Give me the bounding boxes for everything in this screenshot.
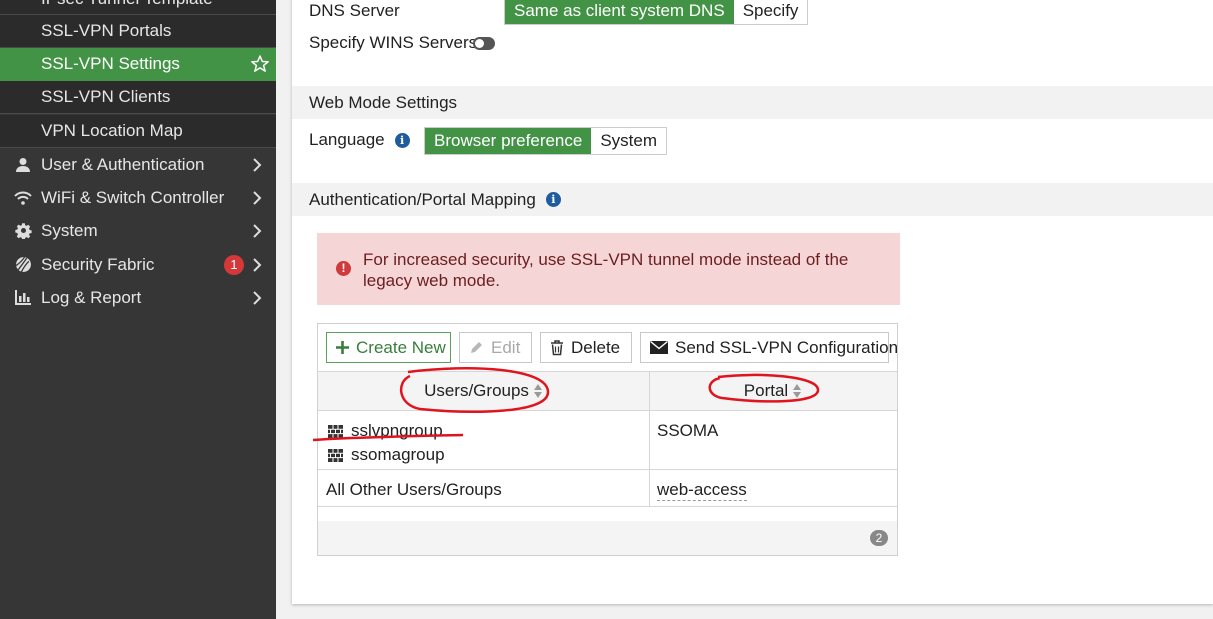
chevron-right-icon bbox=[253, 157, 262, 172]
wins-servers-label: Specify WINS Servers bbox=[309, 33, 478, 52]
sort-icon bbox=[793, 384, 802, 398]
dns-option-same-as-client[interactable]: Same as client system DNS bbox=[505, 0, 734, 24]
portal-cell[interactable]: SSOMA bbox=[657, 421, 718, 441]
web-mode-settings-header: Web Mode Settings bbox=[292, 86, 1213, 119]
info-icon[interactable]: i bbox=[545, 192, 561, 207]
language-option-system[interactable]: System bbox=[591, 128, 666, 154]
table-row-group-item[interactable]: ssomagroup bbox=[328, 445, 445, 465]
portal-cell-link[interactable]: web-access bbox=[657, 480, 747, 501]
sidebar-item-label: WiFi & Switch Controller bbox=[41, 187, 225, 207]
delete-button[interactable]: Delete bbox=[540, 332, 632, 363]
user-icon bbox=[13, 155, 33, 175]
sidebar-item-label: Security Fabric bbox=[41, 254, 155, 274]
row-divider bbox=[318, 469, 897, 470]
sidebar-item-security-fabric[interactable]: Security Fabric 1 bbox=[0, 248, 276, 281]
wins-servers-toggle[interactable] bbox=[473, 37, 495, 50]
group-icon bbox=[328, 448, 343, 462]
auth-portal-mapping-header: Authentication/Portal Mapping i bbox=[292, 183, 1213, 216]
users-groups-cell[interactable]: All Other Users/Groups bbox=[326, 480, 502, 500]
sidebar-item-ssl-vpn-portals[interactable]: SSL-VPN Portals bbox=[0, 15, 276, 48]
table-header-row: Users/Groups Portal bbox=[318, 371, 897, 411]
trash-icon bbox=[550, 339, 564, 356]
info-icon[interactable]: i bbox=[394, 132, 410, 148]
warning-icon: ! bbox=[336, 261, 351, 276]
auth-portal-mapping-table: Create New Edit Delete Send SSL-VPN Conf… bbox=[317, 323, 898, 556]
group-name: ssomagroup bbox=[351, 445, 445, 464]
main-panel: DNS Server Same as client system DNS Spe… bbox=[292, 0, 1213, 604]
sidebar-item-log-report[interactable]: Log & Report bbox=[0, 281, 276, 314]
section-title: Authentication/Portal Mapping bbox=[309, 189, 536, 209]
chevron-right-icon bbox=[253, 290, 262, 305]
create-new-label: Create New bbox=[356, 337, 446, 357]
row-divider bbox=[318, 506, 897, 507]
chevron-right-icon bbox=[253, 257, 262, 272]
sidebar-item-label: User & Authentication bbox=[41, 154, 205, 174]
send-ssl-vpn-configuration-button[interactable]: Send SSL-VPN Configuration bbox=[640, 332, 898, 363]
legacy-web-mode-warning: ! For increased security, use SSL-VPN tu… bbox=[317, 233, 900, 305]
dns-server-label: DNS Server bbox=[309, 1, 400, 20]
sidebar-item-label: SSL-VPN Portals bbox=[41, 21, 172, 40]
star-icon[interactable] bbox=[250, 54, 270, 74]
edit-button[interactable]: Edit bbox=[459, 332, 532, 363]
sidebar-item-label: SSL-VPN Settings bbox=[41, 54, 180, 73]
sidebar-item-system[interactable]: System bbox=[0, 214, 276, 247]
fabric-icon bbox=[13, 255, 33, 275]
language-option-browser[interactable]: Browser preference bbox=[425, 128, 592, 154]
sidebar-item-ssl-vpn-clients[interactable]: SSL-VPN Clients bbox=[0, 81, 276, 114]
create-new-button[interactable]: Create New bbox=[326, 332, 451, 363]
group-icon bbox=[328, 424, 343, 438]
chevron-right-icon bbox=[253, 223, 262, 238]
chart-icon bbox=[13, 288, 33, 308]
sidebar-item-user-authentication[interactable]: User & Authentication bbox=[0, 148, 276, 181]
wifi-icon bbox=[13, 188, 33, 208]
column-header-label: Portal bbox=[743, 381, 789, 400]
sidebar-item-ipsec-tunnel-template[interactable]: IPsec Tunnel Template bbox=[0, 0, 276, 15]
column-divider bbox=[649, 371, 650, 507]
pencil-icon bbox=[469, 340, 484, 355]
column-header-users-groups[interactable]: Users/Groups bbox=[318, 372, 649, 410]
column-header-label: Users/Groups bbox=[424, 381, 529, 400]
send-config-label: Send SSL-VPN Configuration bbox=[675, 337, 899, 357]
sort-icon bbox=[533, 384, 543, 398]
warning-text: For increased security, use SSL-VPN tunn… bbox=[363, 250, 849, 290]
sidebar-item-label: SSL-VPN Clients bbox=[41, 87, 171, 106]
dns-option-specify[interactable]: Specify bbox=[734, 0, 808, 24]
notification-badge: 1 bbox=[224, 254, 244, 275]
language-label: Language bbox=[309, 130, 385, 149]
dns-server-selector: Same as client system DNS Specify bbox=[504, 0, 809, 25]
envelope-icon bbox=[650, 341, 668, 354]
edit-label: Edit bbox=[491, 337, 521, 357]
sidebar-item-label: IPsec Tunnel Template bbox=[41, 0, 213, 9]
sidebar-item-label: System bbox=[41, 220, 98, 240]
sidebar-item-vpn-location-map[interactable]: VPN Location Map bbox=[0, 115, 276, 148]
chevron-right-icon bbox=[253, 190, 262, 205]
delete-label: Delete bbox=[571, 337, 621, 357]
sidebar: IPsec Tunnel Template SSL-VPN Portals SS… bbox=[0, 0, 276, 619]
sidebar-item-wifi-switch-controller[interactable]: WiFi & Switch Controller bbox=[0, 181, 276, 214]
record-count-badge: 2 bbox=[870, 530, 888, 546]
language-field: Language i bbox=[309, 130, 410, 150]
sidebar-item-label: Log & Report bbox=[41, 287, 142, 307]
table-footer: 2 bbox=[318, 521, 897, 555]
sidebar-item-label: VPN Location Map bbox=[41, 121, 183, 140]
sidebar-item-ssl-vpn-settings[interactable]: SSL-VPN Settings bbox=[0, 48, 276, 81]
table-row-group-item[interactable]: sslvpngroup bbox=[328, 421, 443, 441]
gear-icon bbox=[13, 221, 33, 241]
group-name: sslvpngroup bbox=[351, 421, 443, 440]
plus-icon bbox=[336, 341, 349, 354]
language-selector: Browser preference System bbox=[424, 127, 668, 155]
column-header-portal[interactable]: Portal bbox=[649, 372, 897, 410]
section-title: Web Mode Settings bbox=[309, 92, 458, 112]
